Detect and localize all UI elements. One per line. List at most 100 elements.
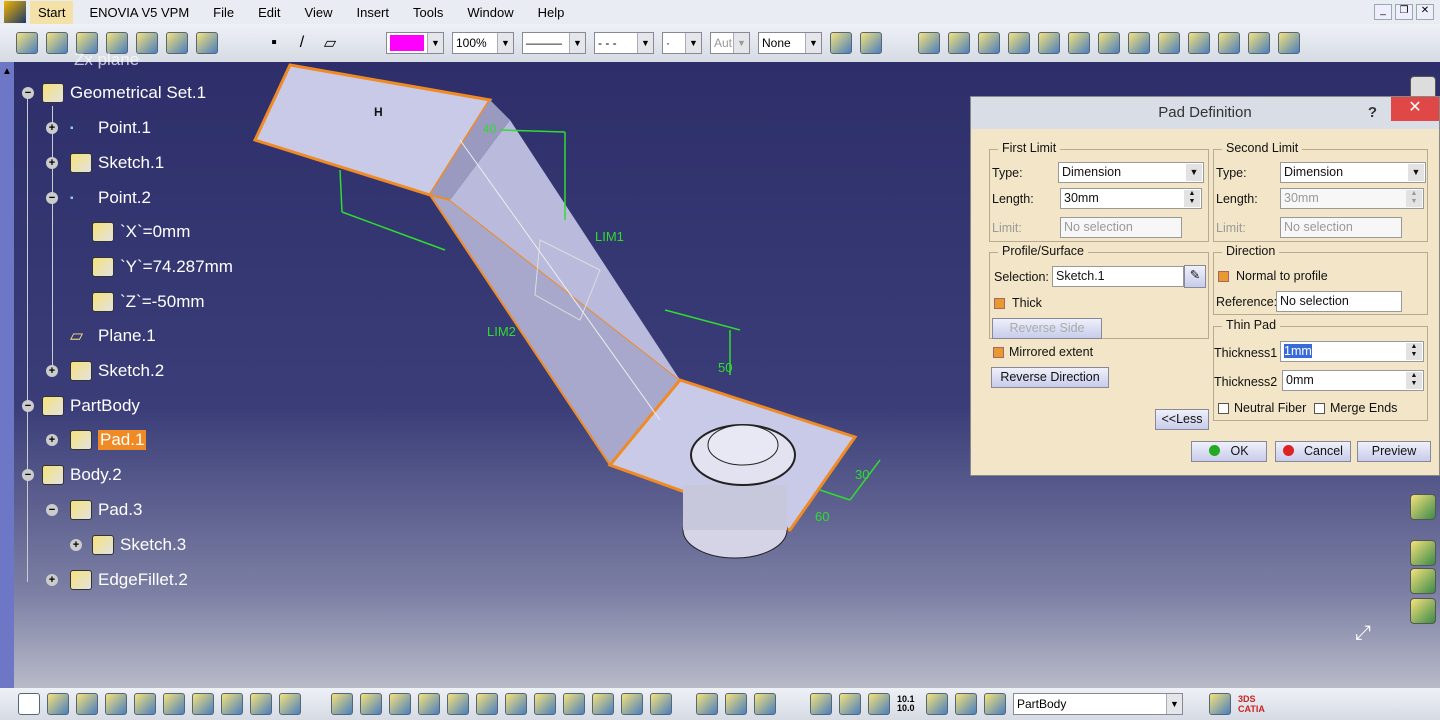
close-window-button[interactable]: ✕ (1416, 4, 1434, 20)
body-icon[interactable] (1098, 32, 1120, 54)
tree-item[interactable]: + Sketch.1 (46, 151, 164, 175)
minimize-button[interactable]: _ (1374, 4, 1392, 20)
mass-icon[interactable] (754, 693, 776, 715)
profile-selection-input[interactable]: Sketch.1 (1052, 266, 1184, 287)
fit-all-icon[interactable] (360, 693, 382, 715)
thickness2-input[interactable]: 0mm ▲ ▼ (1282, 370, 1424, 391)
expand-icon[interactable]: + (46, 434, 58, 446)
cancel-button[interactable]: Cancel (1275, 441, 1351, 462)
collapse-icon[interactable]: − (22, 469, 34, 481)
zoom-in-icon[interactable] (447, 693, 469, 715)
line-icon[interactable]: / (292, 34, 312, 52)
tree-item[interactable]: `Y`=74.287mm (92, 255, 233, 279)
tree-item[interactable]: `Z`=-50mm (92, 290, 205, 314)
print-icon[interactable] (105, 693, 127, 715)
dialog-title-bar[interactable]: Pad Definition? ✕ (971, 97, 1439, 129)
rotate-icon[interactable] (418, 693, 440, 715)
groove-icon[interactable] (1158, 32, 1180, 54)
paste-icon[interactable] (192, 693, 214, 715)
record-icon[interactable] (839, 693, 861, 715)
save-icon[interactable] (76, 693, 98, 715)
constraint-icon[interactable] (918, 32, 940, 54)
normal-to-profile-checkbox[interactable] (1218, 271, 1229, 282)
neutral-fiber-checkbox[interactable] (1218, 403, 1229, 414)
multi-view-icon[interactable] (534, 693, 556, 715)
collapse-icon[interactable]: − (46, 504, 58, 516)
tree-item[interactable]: − ▪ Point.2 (46, 186, 151, 210)
linetype-select[interactable]: ——— ▼ (522, 32, 586, 54)
pad-icon[interactable] (16, 32, 38, 54)
first-type-select[interactable]: Dimension ▼ (1058, 162, 1204, 183)
point-style-select[interactable]: · ▼ (662, 32, 702, 54)
reference-input[interactable]: No selection (1276, 291, 1402, 312)
plane-icon[interactable]: ▱ (320, 33, 340, 53)
less-button[interactable]: <<Less (1155, 409, 1209, 430)
zoom-out-icon[interactable] (476, 693, 498, 715)
menu-tools[interactable]: Tools (413, 5, 443, 20)
sketch-edit-icon[interactable]: ✎ (1184, 265, 1206, 288)
shell-icon[interactable] (1218, 32, 1240, 54)
sketch-tools-icon[interactable] (1209, 693, 1231, 715)
tree-item[interactable]: − Pad.3 (46, 498, 142, 522)
cut-icon[interactable] (134, 693, 156, 715)
thickness-icon[interactable] (1278, 32, 1300, 54)
undo-icon[interactable] (221, 693, 243, 715)
sketch-icon[interactable] (1068, 32, 1090, 54)
tree-item[interactable]: `X`=0mm (92, 220, 190, 244)
second-length-input[interactable]: 30mm ▲ ▼ (1280, 188, 1424, 209)
second-limit-input[interactable]: No selection (1280, 217, 1402, 238)
tree-item[interactable]: + Sketch.3 (70, 533, 186, 557)
fly-mode-icon[interactable] (331, 693, 353, 715)
menu-enovia[interactable]: ENOVIA V5 VPM (89, 5, 189, 20)
menu-insert[interactable]: Insert (356, 5, 389, 20)
layers-icon[interactable] (1038, 32, 1060, 54)
update-icon[interactable] (810, 693, 832, 715)
catalog-icon[interactable] (696, 693, 718, 715)
expand-icon[interactable]: + (70, 539, 82, 551)
measure-between-icon[interactable] (725, 693, 747, 715)
new-icon[interactable] (18, 693, 40, 715)
part-icon[interactable] (984, 693, 1006, 715)
tree-item[interactable]: ▱ Plane.1 (70, 324, 156, 348)
axis-icon[interactable] (868, 693, 890, 715)
color-select[interactable]: ▼ (386, 32, 444, 54)
tree-item[interactable]: − Body.2 (22, 463, 122, 487)
formula-icon[interactable] (1410, 598, 1436, 624)
normal-view-icon[interactable] (505, 693, 527, 715)
collapse-icon[interactable]: − (22, 87, 34, 99)
first-length-input[interactable]: 30mm ▲ ▼ (1060, 188, 1202, 209)
tree-item[interactable]: − Geometrical Set.1 (22, 81, 206, 105)
point-icon[interactable]: ▪ (264, 34, 284, 52)
collapse-icon[interactable]: − (22, 400, 34, 412)
menu-file[interactable]: File (213, 5, 234, 20)
measure-item-icon[interactable] (955, 693, 977, 715)
hole-icon[interactable] (1128, 32, 1150, 54)
tree-scrollbar[interactable]: ▲ (0, 62, 14, 688)
pocket-icon[interactable] (46, 32, 68, 54)
sketcher-icon[interactable] (1410, 494, 1436, 520)
menu-help[interactable]: Help (538, 5, 565, 20)
swap-visible-icon[interactable] (650, 693, 672, 715)
compass-axis-icon[interactable]: ⤢ (1355, 622, 1371, 645)
menu-window[interactable]: Window (467, 5, 513, 20)
help-button[interactable]: ? (1368, 97, 1377, 129)
dialog-close-button[interactable]: ✕ (1391, 97, 1439, 121)
restore-button[interactable]: ❐ (1395, 4, 1413, 20)
thickness1-input[interactable]: 1mm ▲ ▼ (1280, 341, 1424, 362)
painter-icon[interactable] (830, 32, 852, 54)
tree-item[interactable]: + ▪ Point.1 (46, 116, 151, 140)
tree-item[interactable]: + Sketch.2 (46, 359, 164, 383)
table-icon[interactable] (926, 693, 948, 715)
iso-view-icon[interactable] (563, 693, 585, 715)
open-icon[interactable] (47, 693, 69, 715)
redo-icon[interactable] (250, 693, 272, 715)
ok-button[interactable]: OK (1191, 441, 1267, 462)
auto-select[interactable]: Aut ▼ (710, 32, 750, 54)
fit-icon[interactable] (1008, 32, 1030, 54)
preview-button[interactable]: Preview (1357, 441, 1431, 462)
tree-item[interactable]: + EdgeFillet.2 (46, 568, 188, 592)
dashtype-select[interactable]: - - - ▼ (594, 32, 654, 54)
second-type-select[interactable]: Dimension ▼ (1280, 162, 1426, 183)
reverse-side-button[interactable]: Reverse Side (992, 318, 1102, 339)
thick-checkbox[interactable] (994, 298, 1005, 309)
